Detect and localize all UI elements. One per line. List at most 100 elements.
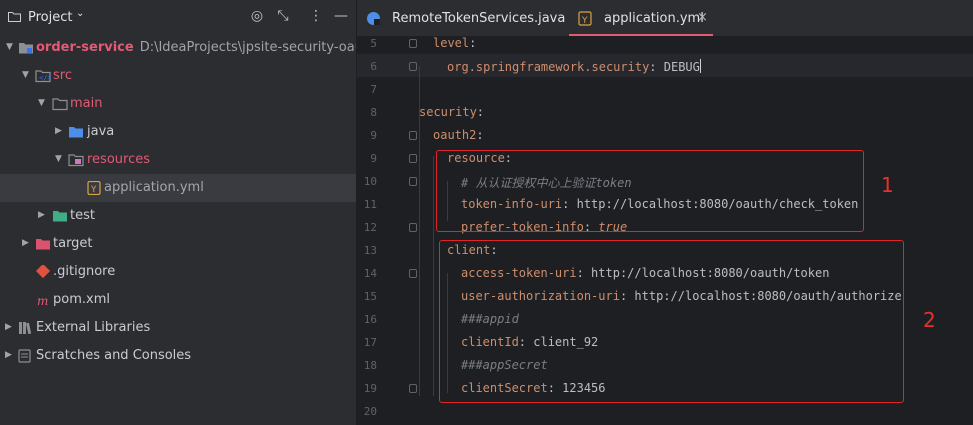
line-number: 15	[363, 290, 377, 303]
project-panel-header: Project ⌄ ◎ ⤡ ⋮ —	[0, 0, 356, 34]
fold-marker-icon[interactable]	[409, 269, 417, 278]
tree-item-label: application.yml	[104, 180, 204, 195]
editor-tabs: RemoteTokenServices.java Y application.y…	[357, 0, 973, 37]
line-number: 10	[363, 175, 377, 188]
chevron-down-icon[interactable]: ▼	[38, 98, 48, 108]
scratches-icon	[18, 349, 31, 363]
line-number: 5	[370, 37, 377, 50]
git-file-icon	[35, 265, 51, 279]
svg-text:Y: Y	[581, 16, 588, 26]
annotation-label-1: 1	[881, 173, 894, 197]
tree-item-target[interactable]: ▶ target	[0, 230, 356, 258]
yaml-file-icon: Y	[87, 181, 101, 195]
line-number: 20	[363, 405, 377, 418]
tree-item-label: External Libraries	[36, 320, 151, 335]
tree-item-test[interactable]: ▶ test	[0, 202, 356, 230]
svg-text:m: m	[37, 294, 48, 307]
line-number: 17	[363, 336, 377, 349]
tree-item-label: test	[70, 208, 95, 223]
code-line: oauth2:	[433, 128, 484, 142]
fold-marker-icon[interactable]	[409, 177, 417, 186]
tree-item-main[interactable]: ▼ main	[0, 90, 356, 118]
tree-item-label: .gitignore	[53, 264, 116, 279]
locate-icon[interactable]: ◎	[249, 8, 265, 24]
tree-item-order-service[interactable]: ▼ order-service D:\IdeaProjects\jpsite-se…	[0, 34, 356, 62]
line-number: 14	[363, 267, 377, 280]
test-folder-icon	[53, 211, 67, 222]
tree-item-label: java	[87, 124, 115, 139]
chevron-down-icon[interactable]: ▼	[6, 42, 16, 52]
tree-item-src[interactable]: ▼ </> src	[0, 62, 356, 90]
tree-item-label: resources	[87, 152, 151, 167]
code-editor: RemoteTokenServices.java Y application.y…	[357, 0, 973, 425]
tab-application-yml[interactable]: Y application.yml ×	[569, 0, 713, 36]
annotation-label-2: 2	[923, 308, 936, 332]
project-sidebar: Project ⌄ ◎ ⤡ ⋮ — ▼ order-service D:\Idea…	[0, 0, 357, 425]
tree-item-external-libraries[interactable]: ▶ External Libraries	[0, 314, 356, 342]
tree-item-label: src	[53, 68, 72, 83]
tree-item-java[interactable]: ▶ java	[0, 118, 356, 146]
code-line: org.springframework.security: DEBUG	[447, 59, 702, 74]
chevron-down-icon[interactable]: ⌄	[76, 8, 84, 19]
fold-marker-icon[interactable]	[409, 62, 417, 71]
chevron-right-icon[interactable]: ▶	[55, 126, 65, 136]
tree-item-label: order-service D:\IdeaProjects\jpsite-secu…	[36, 40, 356, 55]
more-options-icon[interactable]: ⋮	[308, 8, 324, 24]
java-class-icon	[367, 12, 380, 25]
project-view-title[interactable]: Project	[28, 10, 72, 25]
line-number: 7	[370, 83, 377, 96]
minimize-icon[interactable]: —	[333, 8, 349, 24]
line-number: 8	[370, 106, 377, 119]
fold-marker-icon[interactable]	[409, 223, 417, 232]
tab-label: RemoteTokenServices.java	[392, 11, 566, 26]
fold-marker-icon[interactable]	[409, 384, 417, 393]
folder-icon	[8, 12, 21, 22]
tree-item-label: pom.xml	[53, 292, 110, 307]
svg-text:Y: Y	[90, 185, 97, 195]
line-number: 12	[363, 221, 377, 234]
chevron-right-icon[interactable]: ▶	[22, 238, 32, 248]
annotation-box-client	[439, 240, 904, 403]
chevron-down-icon[interactable]: ▼	[55, 154, 65, 164]
line-number: 11	[363, 198, 377, 211]
svg-text:</>: </>	[39, 74, 51, 82]
line-number: 13	[363, 244, 377, 257]
code-line: security:	[419, 105, 485, 119]
line-number: 9	[370, 152, 377, 165]
tab-label: application.yml	[604, 11, 704, 26]
tree-item-label: main	[70, 96, 103, 111]
folder-icon	[52, 98, 68, 111]
tree-item-gitignore[interactable]: .gitignore	[0, 258, 356, 286]
tab-remote-token-services[interactable]: RemoteTokenServices.java	[357, 0, 569, 36]
maven-file-icon: m	[37, 294, 48, 307]
tree-item-pom-xml[interactable]: m pom.xml	[0, 286, 356, 314]
indent-guide	[433, 156, 434, 396]
line-number: 9	[370, 129, 377, 142]
fold-marker-icon[interactable]	[409, 131, 417, 140]
line-number: 6	[370, 60, 377, 73]
tree-item-label: target	[53, 236, 93, 251]
module-folder-icon	[19, 43, 33, 54]
java-folder-icon	[69, 127, 83, 138]
collapse-all-icon[interactable]: ⤡	[275, 8, 291, 24]
fold-marker-icon[interactable]	[409, 39, 417, 48]
tree-item-resources[interactable]: ▼ resources	[0, 146, 356, 174]
line-number: 16	[363, 313, 377, 326]
tree-item-application-yml[interactable]: Y application.yml	[0, 174, 356, 202]
library-icon	[19, 322, 32, 335]
line-number: 18	[363, 359, 377, 372]
chevron-down-icon[interactable]: ▼	[22, 70, 32, 80]
fold-marker-icon[interactable]	[409, 154, 417, 163]
line-number: 19	[363, 382, 377, 395]
chevron-right-icon[interactable]: ▶	[5, 322, 15, 332]
code-area[interactable]: 5 6 7 8 9 9 10 11 12 13 14 15 16 17 18 1…	[357, 36, 973, 425]
excluded-folder-icon	[36, 239, 50, 250]
tree-item-scratches[interactable]: ▶ Scratches and Consoles	[0, 342, 356, 370]
yaml-file-icon: Y	[578, 11, 592, 26]
source-folder-icon: </>	[35, 70, 51, 83]
chevron-right-icon[interactable]: ▶	[38, 210, 48, 220]
close-icon[interactable]: ×	[697, 10, 708, 25]
chevron-right-icon[interactable]: ▶	[5, 350, 15, 360]
code-line: level:	[433, 36, 477, 50]
annotation-box-resource	[436, 150, 864, 232]
